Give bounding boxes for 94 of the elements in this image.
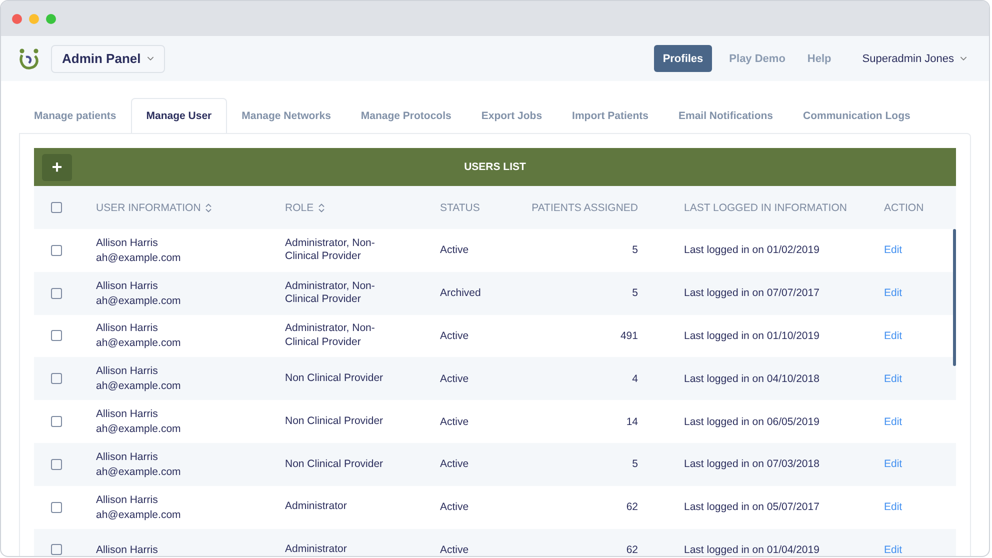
tab[interactable]: Manage Protocols <box>346 98 466 133</box>
user-email: ah@example.com <box>96 423 182 436</box>
table-title: USERS LIST <box>463 161 527 173</box>
user-name: Allison Harris <box>96 322 159 334</box>
checkbox[interactable] <box>51 416 62 428</box>
edit-link[interactable]: Edit <box>876 416 956 428</box>
patients-cell-text: 14 <box>625 416 639 428</box>
checkbox[interactable] <box>51 458 62 470</box>
maximize-dot-icon[interactable] <box>46 14 56 24</box>
status-cell-text: Active <box>440 330 470 342</box>
checkbox[interactable] <box>51 373 62 384</box>
checkbox[interactable] <box>51 288 62 299</box>
sort-icon <box>204 202 212 212</box>
nav-link[interactable]: Profiles <box>654 45 712 72</box>
column-header: ACTION <box>883 202 925 214</box>
checkbox[interactable] <box>51 544 62 556</box>
status-cell-text: Active <box>440 458 470 470</box>
column-header: STATUS <box>440 202 481 214</box>
role-cell-text: Non Clinical Provider <box>285 372 384 386</box>
minimize-dot-icon[interactable] <box>29 14 39 24</box>
nav-link[interactable]: Help <box>798 45 840 72</box>
user-email: ah@example.com <box>96 337 182 350</box>
user-email: ah@example.com <box>96 380 182 392</box>
column-header[interactable]: ROLE <box>285 202 440 214</box>
edit-link[interactable]: Edit <box>876 501 956 514</box>
status-cell-text: Active <box>440 244 470 256</box>
checkbox[interactable] <box>51 502 62 513</box>
logo-icon <box>17 46 41 70</box>
column-header[interactable]: USER INFORMATION <box>96 202 285 214</box>
role-cell-text: Non Clinical Provider <box>285 414 384 428</box>
user-name: Allison Harris <box>96 494 159 506</box>
edit-link[interactable]: Edit <box>876 372 956 385</box>
status-cell-text: Active <box>440 372 470 385</box>
caret-icon <box>146 56 154 61</box>
user-email: ah@example.com <box>96 466 182 478</box>
role-cell-text: Non Clinical Provider <box>285 458 384 472</box>
patients-cell-text: 4 <box>631 372 639 385</box>
patients-cell-text: 5 <box>631 458 639 470</box>
patients-cell-text: 5 <box>631 244 639 256</box>
tab[interactable]: Export Jobs <box>466 98 558 133</box>
status-cell-text: Active <box>440 416 470 428</box>
patients-cell-text: 5 <box>631 287 639 300</box>
last-login-cell-text: Last logged in on 01/02/2019 <box>683 244 820 256</box>
last-login-cell-text: Last logged in on 04/10/2018 <box>683 372 820 385</box>
user-email: ah@example.com <box>96 252 182 264</box>
checkbox[interactable] <box>51 330 62 342</box>
last-login-cell-text: Last logged in on 06/05/2019 <box>683 416 820 428</box>
column-header: PATIENTS ASSIGNED <box>530 202 639 214</box>
column-header: LAST LOGGED IN INFORMATION <box>683 202 848 214</box>
edit-link[interactable]: Edit <box>876 458 956 470</box>
tab[interactable]: Communication Logs <box>788 98 926 133</box>
role-cell-text: Administrator, Non-Clinical Provider <box>285 322 376 350</box>
role-cell-text: Administrator, Non-Clinical Provider <box>285 236 376 264</box>
patients-cell-text: 62 <box>625 544 639 556</box>
last-login-cell-text: Last logged in on 07/03/2018 <box>683 458 820 470</box>
edit-link[interactable]: Edit <box>876 330 956 342</box>
role-cell-text: Administrator <box>285 500 348 514</box>
patients-cell-text: 491 <box>619 330 639 342</box>
checkbox[interactable] <box>51 244 62 256</box>
last-login-cell-text: Last logged in on 07/07/2017 <box>683 287 820 300</box>
edit-link[interactable]: Edit <box>876 544 956 556</box>
role-cell-text: Administrator <box>285 543 348 556</box>
tab[interactable]: Import Patients <box>557 98 664 133</box>
nav-link[interactable]: Play Demo <box>720 45 794 72</box>
edit-link[interactable]: Edit <box>876 244 956 256</box>
close-dot-icon[interactable] <box>12 14 22 24</box>
last-login-cell-text: Last logged in on 01/10/2019 <box>683 330 820 342</box>
last-login-cell-text: Last logged in on 01/04/2019 <box>683 544 820 556</box>
admin-panel-dropdown[interactable]: Admin Panel <box>51 44 165 72</box>
user-name: Allison Harris <box>96 408 159 420</box>
tab[interactable]: Manage patients <box>19 98 132 133</box>
scrollbar[interactable] <box>953 229 956 366</box>
edit-link[interactable]: Edit <box>876 287 956 300</box>
user-name: Allison Harris <box>96 236 159 249</box>
status-cell-text: Archived <box>440 287 482 300</box>
status-cell-text: Active <box>440 501 470 514</box>
tab[interactable]: Manage User <box>131 98 227 133</box>
tab[interactable]: Email Notifications <box>663 98 788 133</box>
caret-icon <box>960 56 967 61</box>
user-email: ah@example.com <box>96 508 182 521</box>
sort-icon <box>318 202 325 212</box>
add-button[interactable]: + <box>42 154 72 180</box>
patients-cell-text: 62 <box>625 501 639 514</box>
role-cell-text: Administrator, Non-Clinical Provider <box>285 280 376 307</box>
last-login-cell-text: Last logged in on 05/07/2017 <box>683 501 820 514</box>
user-menu[interactable]: Superadmin Jones <box>856 52 973 66</box>
user-name: Allison Harris <box>96 450 159 463</box>
user-name: Allison Harris <box>96 544 159 556</box>
tab[interactable]: Manage Networks <box>226 98 346 133</box>
checkbox[interactable] <box>51 202 62 213</box>
user-email: ah@example.com <box>96 294 182 307</box>
status-cell-text: Active <box>440 544 470 556</box>
user-name: Allison Harris <box>96 365 159 378</box>
user-name: Allison Harris <box>96 280 159 292</box>
